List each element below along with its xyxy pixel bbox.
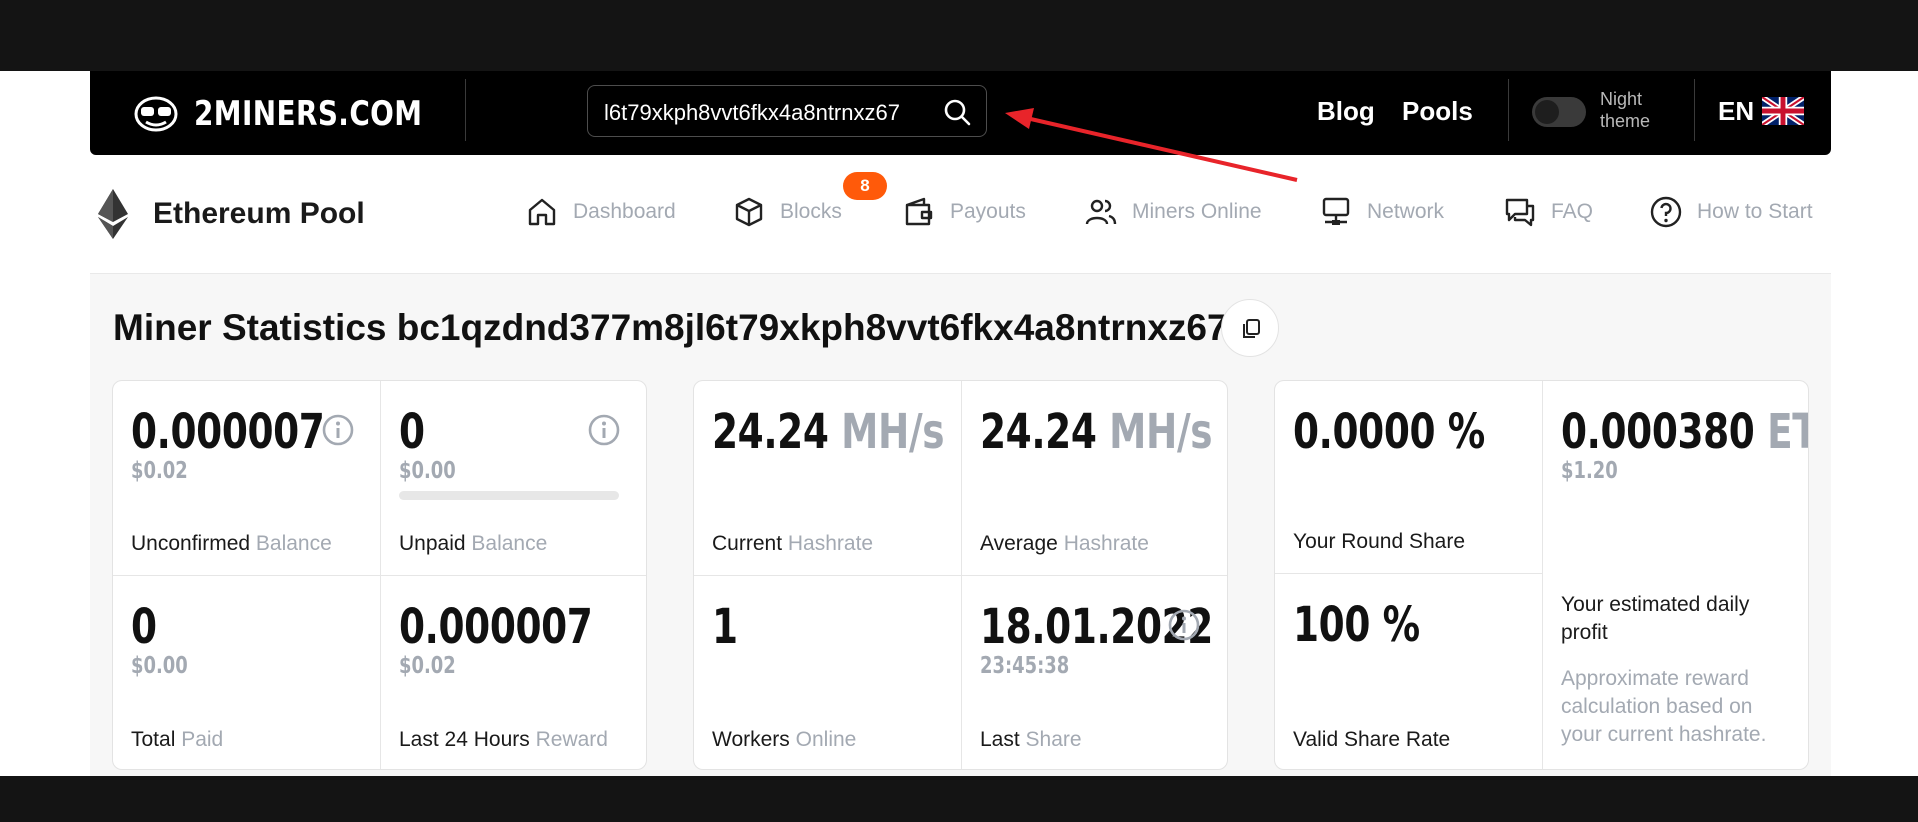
balance-card: 0.000007 $0.02 Unconfirmed Balance 0 $0.…: [112, 380, 647, 770]
ethereum-icon: [98, 189, 128, 239]
search-box[interactable]: [587, 85, 987, 137]
page-title: Miner Statistics bc1qzdnd377m8jl6t79xkph…: [113, 307, 1228, 348]
unpaid-balance-cell: 0 $0.00 Unpaid Balance: [380, 381, 646, 575]
unconfirmed-balance-cell: 0.000007 $0.02 Unconfirmed Balance: [113, 381, 380, 575]
daily-profit-label: Your estimated daily profit: [1561, 593, 1750, 644]
average-hashrate-cell: 24.24 MH/s Average Hashrate: [961, 381, 1227, 575]
uk-flag-icon: [1762, 97, 1805, 125]
pools-link[interactable]: Pools: [1402, 95, 1473, 127]
workers-online-label: Workers Online: [712, 728, 857, 751]
info-icon[interactable]: [321, 413, 355, 447]
info-icon[interactable]: [1167, 608, 1201, 642]
unconfirmed-value: 0.000007: [131, 404, 325, 460]
total-paid-label: Total Paid: [131, 728, 224, 751]
last-24h-usd: $0.02: [399, 653, 456, 679]
site-logo[interactable]: 2MINERS.COM: [132, 94, 473, 134]
nav-network[interactable]: Network: [1319, 195, 1444, 229]
users-icon: [1085, 199, 1117, 225]
daily-profit-value: 0.000380 ETH: [1561, 404, 1808, 460]
unpaid-value: 0: [399, 404, 425, 460]
unpaid-usd: $0.00: [399, 458, 456, 484]
nav-dashboard[interactable]: Dashboard: [525, 195, 676, 229]
payout-progress-bar: [399, 491, 619, 500]
daily-profit-cell: 0.000380 ETH $1.20 Your estimated daily …: [1542, 381, 1808, 769]
last-24h-value: 0.000007: [399, 599, 593, 655]
current-hashrate-cell: 24.24 MH/s Current Hashrate: [694, 381, 961, 575]
nav-label: Dashboard: [573, 200, 676, 223]
current-hashrate-label: Current Hashrate: [712, 532, 874, 555]
nav-label: Miners Online: [1132, 200, 1262, 223]
nav-miners-online[interactable]: Miners Online: [1084, 195, 1262, 229]
top-header: 2MINERS.COM Blog Pools Night theme EN: [90, 71, 1831, 155]
main-content: Miner Statistics bc1qzdnd377m8jl6t79xkph…: [90, 273, 1831, 777]
night-theme-toggle[interactable]: [1532, 97, 1586, 127]
average-hashrate-label: Average Hashrate: [980, 532, 1149, 555]
search-input[interactable]: [602, 98, 936, 128]
header-divider: [465, 79, 466, 141]
cube-icon: [735, 197, 763, 227]
total-paid-cell: 0 $0.00 Total Paid: [113, 575, 380, 769]
blocks-count-badge: 8: [843, 172, 887, 200]
valid-share-rate-label: Valid Share Rate: [1293, 728, 1451, 751]
nav-label: Blocks: [780, 200, 842, 223]
nav-how-to-start[interactable]: How to Start: [1649, 195, 1813, 229]
letterbox-bottom: [0, 776, 1918, 822]
valid-share-rate-value: 100 %: [1293, 597, 1420, 653]
info-icon[interactable]: [587, 413, 621, 447]
night-theme-label: Night theme: [1600, 89, 1651, 131]
round-share-cell: 0.0000 % Your Round Share: [1275, 381, 1542, 573]
unconfirmed-usd: $0.02: [131, 458, 188, 484]
search-icon[interactable]: [942, 97, 972, 127]
nav-label: Network: [1367, 200, 1445, 223]
unpaid-label: Unpaid Balance: [399, 532, 548, 555]
workers-online-value: 1: [712, 599, 738, 655]
home-icon: [528, 198, 556, 226]
last-share-time: 23:45:38: [980, 653, 1070, 679]
round-share-label: Your Round Share: [1293, 530, 1466, 553]
unconfirmed-label: Unconfirmed Balance: [131, 532, 332, 555]
average-hashrate-value: 24.24 MH/s: [980, 404, 1213, 460]
daily-profit-usd: $1.20: [1561, 458, 1618, 484]
total-paid-usd: $0.00: [131, 653, 188, 679]
current-hashrate-value: 24.24 MH/s: [712, 404, 945, 460]
toggle-knob: [1535, 100, 1559, 124]
header-divider: [1508, 79, 1509, 141]
hashrate-card: 24.24 MH/s Current Hashrate 24.24 MH/s A…: [693, 380, 1228, 770]
total-paid-value: 0: [131, 599, 157, 655]
help-circle-icon: [1650, 196, 1682, 228]
last-share-label: Last Share: [980, 728, 1082, 751]
logo-icon: [134, 96, 178, 132]
nav-payouts[interactable]: Payouts: [902, 195, 1026, 229]
share-card: 0.0000 % Your Round Share 100 % Valid Sh…: [1274, 380, 1809, 770]
pool-subnav: Ethereum Pool Dashboard Blocks 8 Payouts…: [90, 155, 1831, 273]
wallet-icon: [905, 197, 933, 226]
nav-faq[interactable]: FAQ: [1503, 195, 1593, 229]
pool-title: Ethereum Pool: [153, 197, 365, 230]
nav-blocks[interactable]: Blocks: [732, 195, 842, 229]
nav-label: FAQ: [1551, 200, 1594, 223]
last-24h-reward-cell: 0.000007 $0.02 Last 24 Hours Reward: [380, 575, 646, 769]
header-divider: [1694, 79, 1695, 141]
network-icon: [1322, 197, 1350, 225]
daily-profit-note: Approximate reward calculation based on …: [1561, 667, 1767, 746]
workers-online-cell: 1 Workers Online: [694, 575, 961, 769]
last-24h-label: Last 24 Hours Reward: [399, 728, 608, 751]
copy-address-button[interactable]: [1221, 299, 1279, 357]
language-selector[interactable]: EN: [1718, 95, 1805, 127]
round-share-value: 0.0000 %: [1293, 404, 1485, 460]
nav-label: How to Start: [1697, 200, 1813, 223]
valid-share-rate-cell: 100 % Valid Share Rate: [1275, 573, 1542, 769]
language-code: EN: [1718, 96, 1755, 126]
nav-label: Payouts: [950, 200, 1026, 223]
last-share-cell: 18.01.2022 23:45:38 Last Share: [961, 575, 1227, 769]
letterbox-top: [0, 0, 1918, 71]
chat-icon: [1505, 198, 1535, 227]
logo-text: 2MINERS.COM: [194, 94, 423, 134]
blog-link[interactable]: Blog: [1317, 95, 1375, 127]
copy-icon: [1243, 319, 1260, 338]
